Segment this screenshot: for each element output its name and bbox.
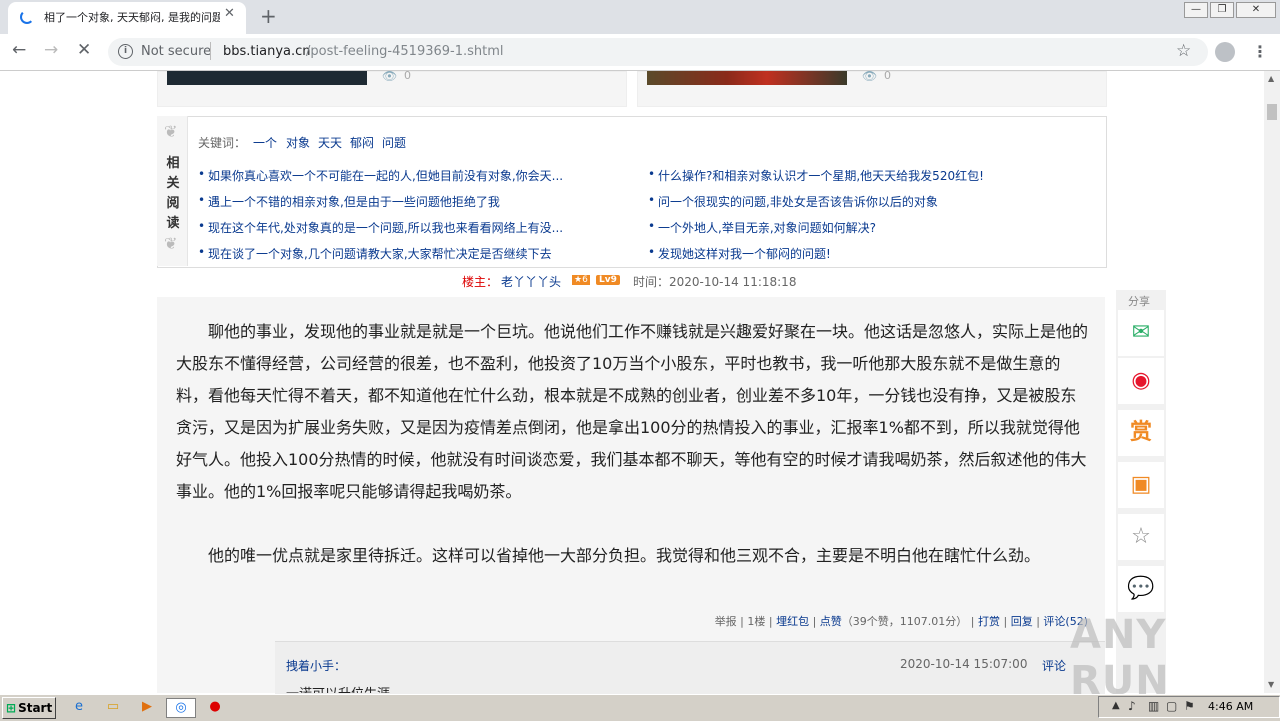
reward-link[interactable]: 打赏 [978,615,1000,628]
bullet: • [648,219,656,233]
prev-card-left-thumbnail[interactable] [167,71,367,85]
restore-button[interactable]: ❐ [1210,2,1234,18]
taskbar-clock[interactable]: 4:46 AM [1208,700,1253,713]
anyrun-watermark: ANY RUN [1070,612,1170,704]
author-name-link[interactable]: 老丫丫丫头 [501,273,561,290]
prev-card-left-views: 0 [404,69,411,82]
back-arrow-icon[interactable]: ← [12,40,26,60]
keyword-link[interactable]: 问题 [382,134,406,151]
window-close-button[interactable]: ✕ [1236,2,1276,18]
scrollbar-thumb[interactable] [1267,104,1277,120]
favorite-star-icon[interactable]: ☆ [1118,514,1164,560]
like-link[interactable]: 点赞 [820,615,842,628]
url-host[interactable]: bbs.tianya.cn [223,44,311,59]
not-secure-label[interactable]: Not secure [141,44,211,59]
reply-author-link[interactable]: 拽着小手： [286,657,346,674]
url-path[interactable]: /post-feeling-4519369-1.shtml [306,44,504,59]
bullet: • [648,193,656,207]
flag-icon[interactable]: ⚑ [1184,699,1195,713]
share-label: 分享 [1128,295,1150,308]
tray-expand-icon[interactable]: ▲ [1112,700,1120,711]
reply-comment-link[interactable]: 评论 [1042,657,1066,674]
antivirus-icon[interactable]: ● [204,698,226,716]
reply-time: 2020-10-14 15:07:00 [900,657,1028,671]
post-paragraph: 他的唯一优点就是家里待拆迁。这样可以省掉他一大部分负担。我觉得和他三观不合，主要… [208,546,1041,565]
windows-logo-icon: ⊞ [6,701,17,715]
network-icon[interactable]: ▥ [1148,699,1159,713]
bullet: • [198,167,206,181]
related-link[interactable]: 一个外地人,举目无亲,对象问题如何解决? [658,219,1098,236]
comment-bubble-icon[interactable]: 💬 [1118,566,1164,612]
bookmark-star-icon[interactable]: ☆ [1176,41,1191,61]
report-link[interactable]: 举报 [715,615,737,628]
decorative-swirl-icon: ❦ [164,234,178,253]
ie-icon[interactable]: e [68,698,90,716]
page-scrollbar[interactable] [1264,71,1280,693]
related-link[interactable]: 现在这个年代,处对象真的是一个问题,所以我也来看看网络上有没... [208,219,620,236]
post-body: 聊他的事业，发现他的事业就是就是一个巨坑。他说他们工作不赚钱就是兴趣爱好聚在一块… [176,316,1090,604]
new-tab-button[interactable]: + [260,4,277,28]
reply-link[interactable]: 回复 [1011,615,1033,628]
related-title-char: 关 [166,176,180,191]
bullet: • [198,245,206,259]
related-link[interactable]: 发现她这样对我一个郁闷的问题! [658,245,1098,262]
related-link[interactable]: 现在谈了一个对象,几个问题请教大家,大家帮忙决定是否继续下去 [208,245,620,262]
related-link[interactable]: 什么操作?和相亲对象认识才一个星期,他天天给我发520红包! [658,167,1098,184]
tab-close-icon[interactable]: ✕ [224,6,235,21]
browser-menu-icon[interactable]: ⋮ [1252,42,1268,61]
url-divider [210,42,211,60]
red-packet-icon[interactable]: ▣ [1118,462,1164,508]
explorer-folder-icon[interactable]: ▭ [102,698,124,716]
decorative-swirl-icon: ❦ [164,122,178,141]
post-action-bar: 举报 | 1楼 | 埋红包 | 点赞（39个赞，1107.01分） | 打赏 |… [714,615,1088,628]
display-icon[interactable]: ▢ [1166,699,1177,713]
post-time: 时间：2020-10-14 11:18:18 [633,275,797,289]
stop-loading-icon[interactable]: ✕ [77,40,91,60]
views-icon: 👁 [862,69,878,83]
weibo-icon[interactable]: ◉ [1118,358,1164,404]
like-count: （39个赞，1107.01分） [841,615,968,628]
minimize-button[interactable]: — [1184,2,1208,18]
keywords-label: 关键词： [198,136,247,150]
bullet: • [648,245,656,259]
prev-card-right-thumbnail[interactable] [647,71,847,85]
related-link[interactable]: 问一个很现实的问题,非处女是否该告诉你以后的对象 [658,193,1098,210]
forward-arrow-icon[interactable]: → [44,40,58,60]
scroll-up-icon[interactable]: ▲ [1268,74,1274,83]
prev-card-right-views: 0 [884,69,891,82]
keyword-link[interactable]: 对象 [286,134,310,151]
info-icon[interactable]: i [118,44,133,59]
wechat-icon[interactable]: ✉ [1118,310,1164,356]
author-level-badge: Lv9 [596,275,620,285]
tab-title[interactable]: 相了一个对象, 天天郁闷, 是我的问题 [44,9,220,25]
volume-icon[interactable]: ♪ [1128,699,1136,713]
red-packet-link[interactable]: 埋红包 [776,615,809,628]
media-player-icon[interactable]: ▶ [136,698,158,716]
related-title-char: 相 [166,156,180,171]
related-link[interactable]: 遇上一个不错的相亲对象,但是由于一些问题他拒绝了我 [208,193,620,210]
reward-icon[interactable]: 赏 [1118,410,1164,456]
keyword-link[interactable]: 一个 [253,134,277,151]
views-icon: 👁 [382,69,398,83]
author-label: 楼主： [462,275,499,289]
keyword-link[interactable]: 天天 [318,134,342,151]
related-link[interactable]: 如果你真心喜欢一个不可能在一起的人,但她目前没有对象,你会天... [208,167,620,184]
start-label: Start [18,701,53,715]
bullet: • [198,193,206,207]
author-star-badge: ★6 [572,275,590,285]
floor-number: 1楼 [747,615,766,628]
start-button[interactable]: ⊞ Start [2,697,56,719]
profile-avatar[interactable] [1215,42,1235,62]
reply-text: 一诺可以升位生涯 [286,683,390,693]
chrome-taskbar-icon[interactable]: ◎ [166,698,196,718]
bullet: • [198,219,206,233]
bullet: • [648,167,656,181]
related-title-char: 阅 [166,196,180,211]
loading-spinner-icon [20,10,34,24]
keyword-link[interactable]: 郁闷 [350,134,374,151]
related-title-char: 读 [166,216,180,231]
post-paragraph: 聊他的事业，发现他的事业就是就是一个巨坑。他说他们工作不赚钱就是兴趣爱好聚在一块… [176,322,1089,501]
